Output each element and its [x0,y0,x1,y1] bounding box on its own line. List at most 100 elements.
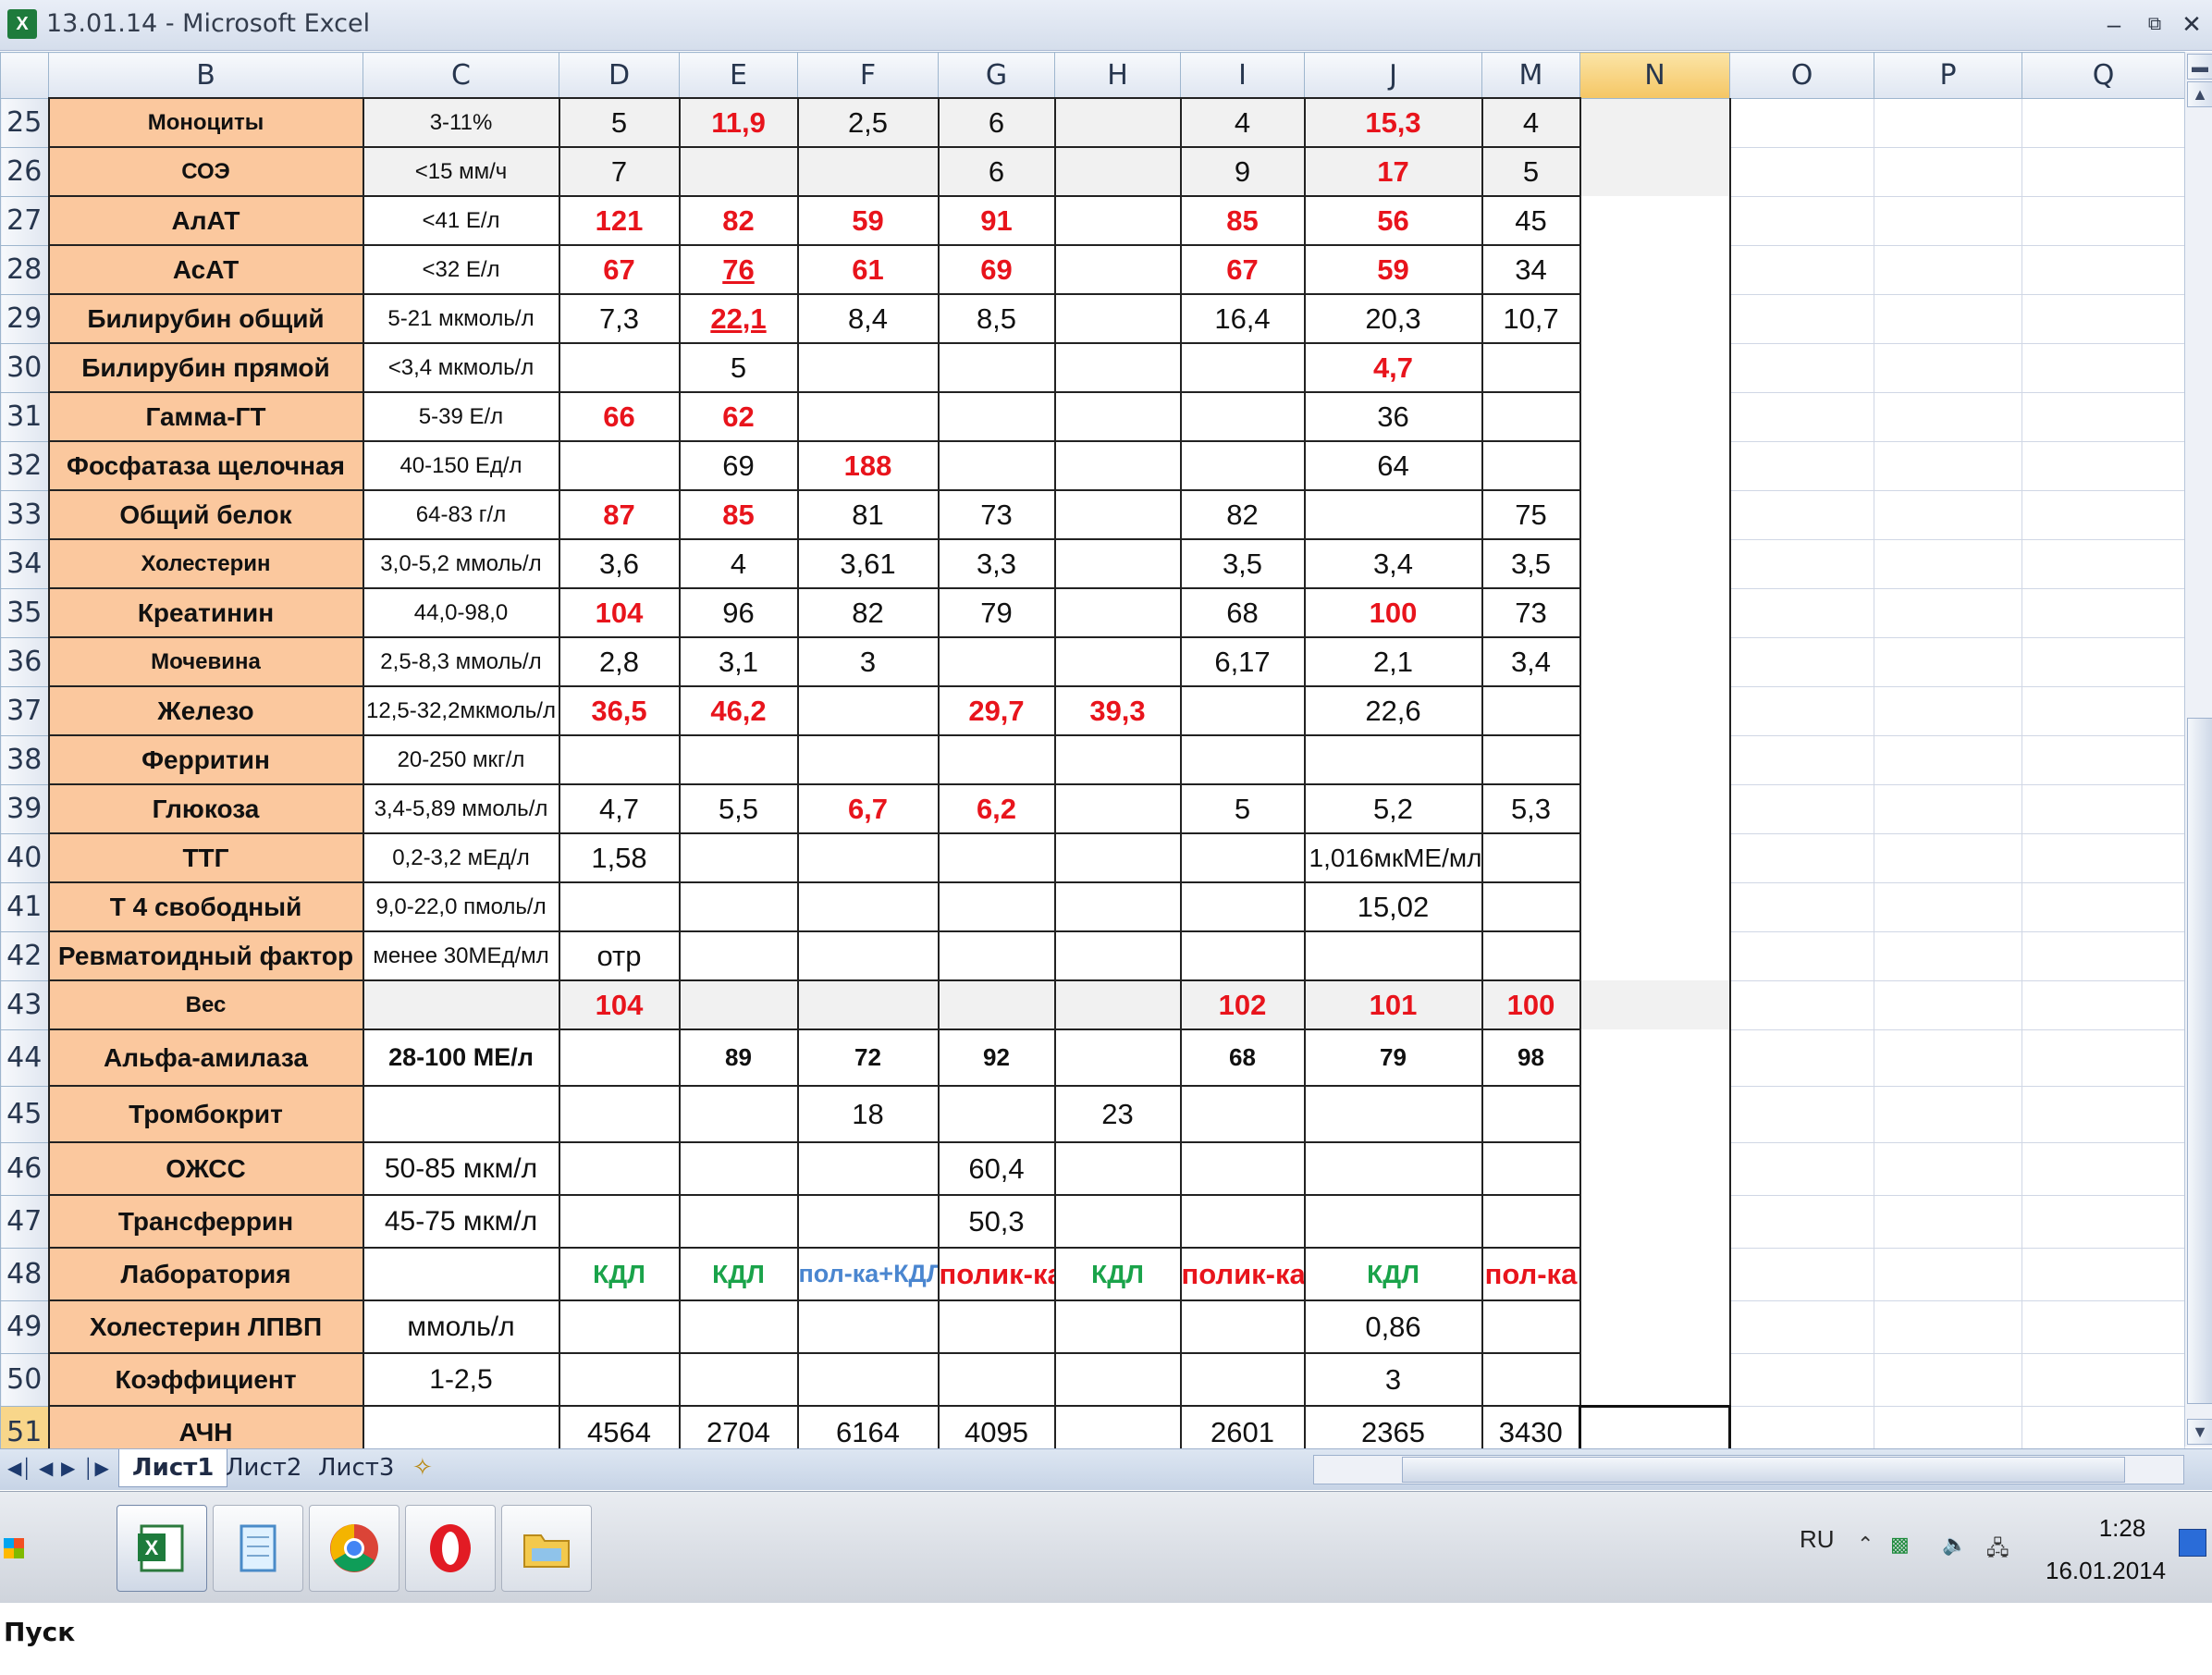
value-cell[interactable] [1053,1141,1182,1196]
value-cell[interactable] [1053,734,1182,785]
value-cell[interactable] [1179,1299,1306,1354]
reference-range-cell[interactable]: 50-85 мкм/л [362,1141,560,1196]
empty-cell[interactable] [1874,489,2022,540]
value-cell[interactable]: 56 [1303,195,1483,246]
value-cell[interactable]: 3,1 [678,636,799,687]
empty-cell[interactable] [1874,636,2022,687]
empty-cell[interactable] [1579,931,1731,980]
value-cell[interactable]: отр [558,930,681,981]
reference-range-cell[interactable]: <41 Е/л [362,195,560,246]
empty-cell[interactable] [1874,97,2022,148]
row-header[interactable]: 46 [0,1141,49,1196]
reference-range-cell[interactable]: 1-2,5 [362,1352,560,1407]
value-cell[interactable] [558,734,681,785]
value-cell[interactable] [796,1194,940,1249]
value-cell[interactable]: 104 [558,979,681,1030]
value-cell[interactable] [1179,1352,1306,1407]
value-cell[interactable]: пол-ка+КДЛ [796,1247,940,1301]
empty-cell[interactable] [1729,734,1874,785]
value-cell[interactable]: 22,1 [678,293,799,344]
empty-cell[interactable] [1579,1300,1731,1353]
value-cell[interactable] [1481,1352,1581,1407]
value-cell[interactable]: 59 [796,195,940,246]
empty-cell[interactable] [1729,636,1874,687]
value-cell[interactable] [1179,881,1306,932]
value-cell[interactable]: 82 [1179,489,1306,540]
value-cell[interactable] [937,979,1056,1030]
value-cell[interactable]: 68 [1179,1028,1306,1087]
empty-cell[interactable] [1579,1195,1731,1248]
value-cell[interactable] [1481,734,1581,785]
value-cell[interactable]: 96 [678,587,799,638]
last-sheet-icon[interactable]: │▶ [83,1457,109,1480]
value-cell[interactable]: 15,3 [1303,97,1483,148]
empty-cell[interactable] [1729,587,1874,638]
reference-range-cell[interactable] [362,979,560,1030]
empty-cell[interactable] [1729,97,1874,148]
prev-sheet-icon[interactable]: ◀ [39,1457,53,1480]
empty-cell[interactable] [2022,293,2185,344]
value-cell[interactable]: 45 [1481,195,1581,246]
value-cell[interactable] [1481,1141,1581,1196]
empty-cell[interactable] [2022,832,2185,883]
value-cell[interactable]: КДЛ [1303,1247,1483,1301]
value-cell[interactable]: 1,016мкМЕ/мл [1303,832,1483,883]
empty-cell[interactable] [1874,244,2022,295]
minimize-button[interactable]: – [2095,6,2132,43]
scroll-up-icon[interactable]: ▲ [2187,81,2212,107]
reference-range-cell[interactable] [362,1247,560,1301]
value-cell[interactable]: 67 [558,244,681,295]
value-cell[interactable] [1179,685,1306,736]
value-cell[interactable]: 121 [558,195,681,246]
value-cell[interactable]: 6 [937,97,1056,148]
split-box-icon[interactable]: ▬ [2187,54,2212,80]
empty-cell[interactable] [1579,1353,1731,1406]
reference-range-cell[interactable]: менее 30МЕд/мл [362,930,560,981]
value-cell[interactable]: 22,6 [1303,685,1483,736]
row-header[interactable]: 25 [0,97,49,148]
value-cell[interactable] [1481,881,1581,932]
value-cell[interactable]: КДЛ [1053,1247,1182,1301]
empty-cell[interactable] [2022,538,2185,589]
value-cell[interactable]: 2,1 [1303,636,1483,687]
value-cell[interactable]: 75 [1481,489,1581,540]
value-cell[interactable] [937,440,1056,491]
value-cell[interactable]: 39,3 [1053,685,1182,736]
empty-cell[interactable] [1874,1141,2022,1196]
value-cell[interactable] [1053,391,1182,442]
test-name-cell[interactable]: АлАТ [47,195,364,246]
value-cell[interactable] [678,734,799,785]
close-button[interactable]: ✕ [2173,6,2210,43]
value-cell[interactable] [1303,930,1483,981]
empty-cell[interactable] [1579,686,1731,735]
test-name-cell[interactable]: Мочевина [47,636,364,687]
value-cell[interactable]: 5 [1179,783,1306,834]
value-cell[interactable]: 50,3 [937,1194,1056,1249]
empty-cell[interactable] [1729,440,1874,491]
value-cell[interactable] [937,930,1056,981]
value-cell[interactable]: 3 [1303,1352,1483,1407]
value-cell[interactable]: 100 [1303,587,1483,638]
empty-cell[interactable] [1729,783,1874,834]
empty-cell[interactable] [1729,342,1874,393]
row-header[interactable]: 37 [0,685,49,736]
value-cell[interactable] [1053,636,1182,687]
row-header[interactable]: 29 [0,293,49,344]
empty-cell[interactable] [1579,392,1731,441]
empty-cell[interactable] [1874,685,2022,736]
empty-cell[interactable] [2022,146,2185,197]
test-name-cell[interactable]: АсАТ [47,244,364,295]
value-cell[interactable] [1481,342,1581,393]
value-cell[interactable]: 6 [937,146,1056,197]
value-cell[interactable] [796,979,940,1030]
value-cell[interactable]: 6,2 [937,783,1056,834]
network-icon[interactable]: 🖧 [1986,1533,2009,1568]
value-cell[interactable]: 60,4 [937,1141,1056,1196]
value-cell[interactable] [1303,1194,1483,1249]
empty-cell[interactable] [1874,1247,2022,1301]
empty-cell[interactable] [1579,196,1731,245]
reference-range-cell[interactable]: 0,2-3,2 мЕд/л [362,832,560,883]
value-cell[interactable] [678,930,799,981]
value-cell[interactable] [678,881,799,932]
empty-cell[interactable] [1729,832,1874,883]
